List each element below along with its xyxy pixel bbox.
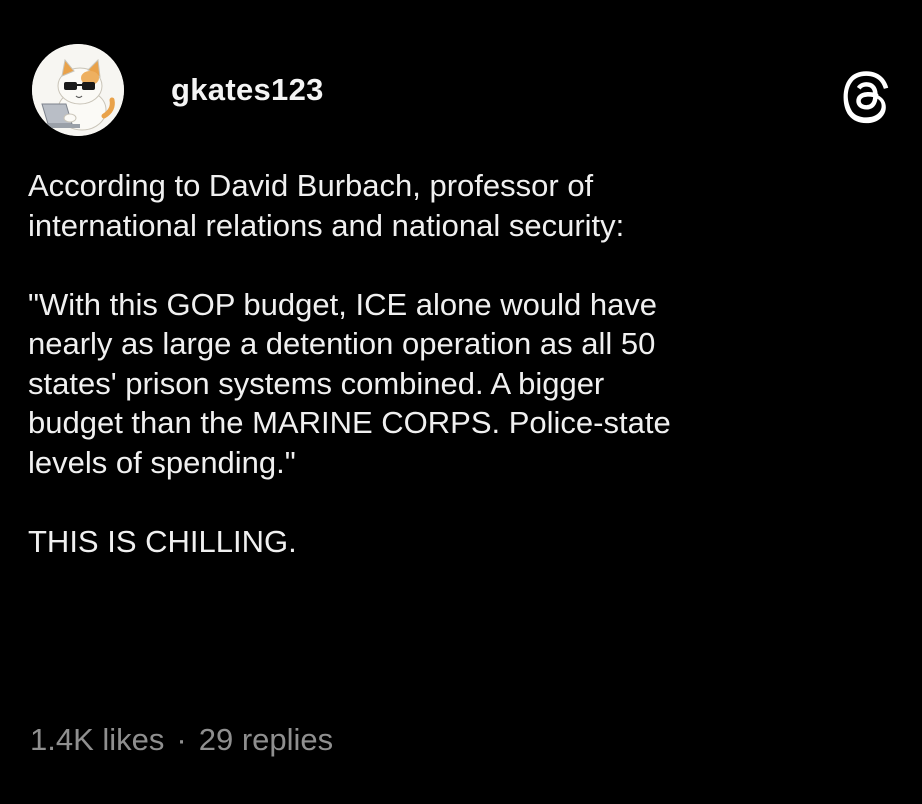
threads-logo-icon[interactable]: [840, 68, 892, 124]
username[interactable]: gkates123: [171, 72, 324, 108]
avatar[interactable]: [32, 44, 124, 136]
threads-post-card: gkates123 According to David Burbach, pr…: [0, 0, 922, 804]
stats-separator: ·: [176, 722, 187, 757]
cat-avatar-icon: [32, 44, 124, 136]
post-header: gkates123: [32, 44, 892, 140]
post-paragraph-intro: According to David Burbach, professor of…: [28, 168, 625, 243]
likes-count[interactable]: 1.4K likes: [30, 722, 164, 757]
post-paragraph-quote: "With this GOP budget, ICE alone would h…: [28, 286, 671, 480]
post-paragraph-closing: THIS IS CHILLING.: [28, 523, 297, 559]
replies-count[interactable]: 29 replies: [199, 722, 333, 757]
post-text: According to David Burbach, professor of…: [28, 166, 888, 561]
post-stats: 1.4K likes · 29 replies: [30, 722, 333, 758]
